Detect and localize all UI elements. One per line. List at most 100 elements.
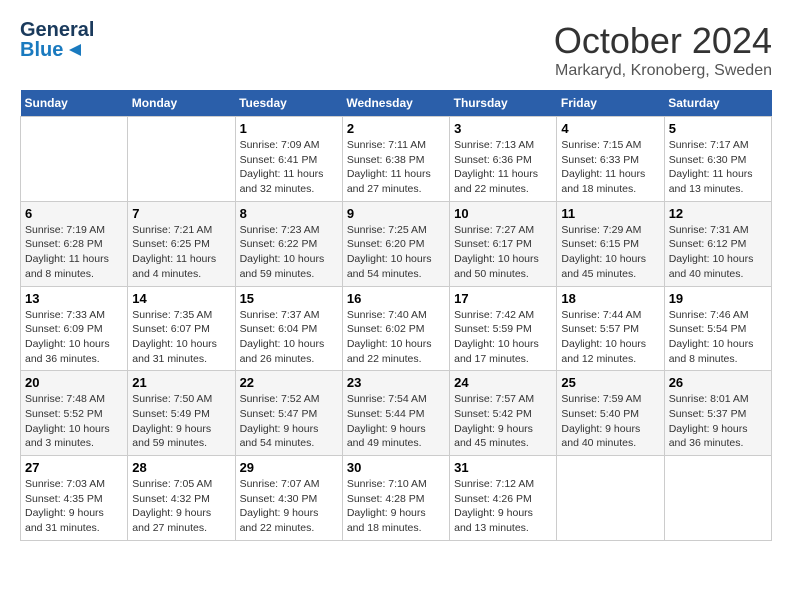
calendar-cell: 7 Sunrise: 7:21 AM Sunset: 6:25 PM Dayli… [128,201,235,286]
day-info: Sunrise: 7:05 AM Sunset: 4:32 PM Dayligh… [132,477,230,536]
daylight-text: Daylight: 9 hours and 59 minutes. [132,423,211,450]
sunrise-text: Sunrise: 7:05 AM [132,478,212,490]
header-tuesday: Tuesday [235,90,342,117]
calendar-cell: 3 Sunrise: 7:13 AM Sunset: 6:36 PM Dayli… [450,117,557,202]
calendar-cell: 30 Sunrise: 7:10 AM Sunset: 4:28 PM Dayl… [342,456,449,541]
day-number: 10 [454,206,552,221]
day-number: 16 [347,291,445,306]
calendar-cell: 13 Sunrise: 7:33 AM Sunset: 6:09 PM Dayl… [21,286,128,371]
sunrise-text: Sunrise: 7:52 AM [240,393,320,405]
sunrise-text: Sunrise: 7:40 AM [347,309,427,321]
sunset-text: Sunset: 6:20 PM [347,238,425,250]
sunrise-text: Sunrise: 7:29 AM [561,224,641,236]
logo: General Blue [20,20,94,60]
day-number: 14 [132,291,230,306]
sunset-text: Sunset: 6:12 PM [669,238,747,250]
day-info: Sunrise: 7:33 AM Sunset: 6:09 PM Dayligh… [25,308,123,367]
sunset-text: Sunset: 5:37 PM [669,408,747,420]
sunrise-text: Sunrise: 7:54 AM [347,393,427,405]
daylight-text: Daylight: 10 hours and 40 minutes. [669,253,754,280]
daylight-text: Daylight: 11 hours and 32 minutes. [240,168,324,195]
calendar-header: Sunday Monday Tuesday Wednesday Thursday… [21,90,772,117]
calendar-cell [21,117,128,202]
sunset-text: Sunset: 6:02 PM [347,323,425,335]
page-header: General Blue October 2024 Markaryd, Kron… [20,20,772,80]
day-number: 19 [669,291,767,306]
day-info: Sunrise: 7:46 AM Sunset: 5:54 PM Dayligh… [669,308,767,367]
calendar-cell: 24 Sunrise: 7:57 AM Sunset: 5:42 PM Dayl… [450,371,557,456]
header-friday: Friday [557,90,664,117]
day-info: Sunrise: 7:42 AM Sunset: 5:59 PM Dayligh… [454,308,552,367]
daylight-text: Daylight: 9 hours and 36 minutes. [669,423,748,450]
day-number: 23 [347,375,445,390]
day-info: Sunrise: 7:59 AM Sunset: 5:40 PM Dayligh… [561,392,659,451]
day-number: 1 [240,121,338,136]
calendar-cell [557,456,664,541]
calendar-cell: 10 Sunrise: 7:27 AM Sunset: 6:17 PM Dayl… [450,201,557,286]
sunrise-text: Sunrise: 7:48 AM [25,393,105,405]
sunset-text: Sunset: 5:52 PM [25,408,103,420]
sunset-text: Sunset: 6:38 PM [347,154,425,166]
calendar-cell: 27 Sunrise: 7:03 AM Sunset: 4:35 PM Dayl… [21,456,128,541]
calendar-cell: 6 Sunrise: 7:19 AM Sunset: 6:28 PM Dayli… [21,201,128,286]
day-number: 6 [25,206,123,221]
day-info: Sunrise: 7:25 AM Sunset: 6:20 PM Dayligh… [347,223,445,282]
sunrise-text: Sunrise: 7:03 AM [25,478,105,490]
day-number: 12 [669,206,767,221]
sunrise-text: Sunrise: 7:10 AM [347,478,427,490]
calendar-cell: 23 Sunrise: 7:54 AM Sunset: 5:44 PM Dayl… [342,371,449,456]
sunset-text: Sunset: 6:07 PM [132,323,210,335]
daylight-text: Daylight: 10 hours and 26 minutes. [240,338,325,365]
calendar-cell: 12 Sunrise: 7:31 AM Sunset: 6:12 PM Dayl… [664,201,771,286]
day-info: Sunrise: 7:09 AM Sunset: 6:41 PM Dayligh… [240,138,338,197]
calendar-cell: 9 Sunrise: 7:25 AM Sunset: 6:20 PM Dayli… [342,201,449,286]
daylight-text: Daylight: 10 hours and 36 minutes. [25,338,110,365]
calendar-cell: 21 Sunrise: 7:50 AM Sunset: 5:49 PM Dayl… [128,371,235,456]
day-number: 20 [25,375,123,390]
day-number: 9 [347,206,445,221]
daylight-text: Daylight: 9 hours and 31 minutes. [25,507,104,534]
day-info: Sunrise: 7:12 AM Sunset: 4:26 PM Dayligh… [454,477,552,536]
sunrise-text: Sunrise: 7:37 AM [240,309,320,321]
daylight-text: Daylight: 11 hours and 27 minutes. [347,168,431,195]
day-info: Sunrise: 7:57 AM Sunset: 5:42 PM Dayligh… [454,392,552,451]
header-wednesday: Wednesday [342,90,449,117]
calendar-cell: 20 Sunrise: 7:48 AM Sunset: 5:52 PM Dayl… [21,371,128,456]
day-number: 8 [240,206,338,221]
sunrise-text: Sunrise: 7:27 AM [454,224,534,236]
sunrise-text: Sunrise: 7:31 AM [669,224,749,236]
header-thursday: Thursday [450,90,557,117]
sunrise-text: Sunrise: 7:19 AM [25,224,105,236]
sunset-text: Sunset: 4:26 PM [454,493,532,505]
day-number: 21 [132,375,230,390]
sunrise-text: Sunrise: 7:23 AM [240,224,320,236]
calendar-cell: 22 Sunrise: 7:52 AM Sunset: 5:47 PM Dayl… [235,371,342,456]
sunset-text: Sunset: 6:22 PM [240,238,318,250]
header-saturday: Saturday [664,90,771,117]
sunrise-text: Sunrise: 7:11 AM [347,139,426,151]
calendar-cell: 8 Sunrise: 7:23 AM Sunset: 6:22 PM Dayli… [235,201,342,286]
day-number: 17 [454,291,552,306]
sunrise-text: Sunrise: 7:17 AM [669,139,749,151]
calendar-body: 1 Sunrise: 7:09 AM Sunset: 6:41 PM Dayli… [21,117,772,541]
sunset-text: Sunset: 4:30 PM [240,493,318,505]
day-number: 3 [454,121,552,136]
sunrise-text: Sunrise: 7:46 AM [669,309,749,321]
day-info: Sunrise: 7:21 AM Sunset: 6:25 PM Dayligh… [132,223,230,282]
daylight-text: Daylight: 10 hours and 12 minutes. [561,338,646,365]
sunrise-text: Sunrise: 7:09 AM [240,139,320,151]
sunset-text: Sunset: 6:09 PM [25,323,103,335]
daylight-text: Daylight: 10 hours and 45 minutes. [561,253,646,280]
daylight-text: Daylight: 9 hours and 22 minutes. [240,507,319,534]
daylight-text: Daylight: 11 hours and 4 minutes. [132,253,216,280]
daylight-text: Daylight: 9 hours and 40 minutes. [561,423,640,450]
sunset-text: Sunset: 6:04 PM [240,323,318,335]
sunset-text: Sunset: 5:42 PM [454,408,532,420]
sunrise-text: Sunrise: 7:57 AM [454,393,534,405]
daylight-text: Daylight: 11 hours and 22 minutes. [454,168,538,195]
day-number: 18 [561,291,659,306]
day-info: Sunrise: 7:54 AM Sunset: 5:44 PM Dayligh… [347,392,445,451]
daylight-text: Daylight: 10 hours and 54 minutes. [347,253,432,280]
calendar-cell: 14 Sunrise: 7:35 AM Sunset: 6:07 PM Dayl… [128,286,235,371]
sunrise-text: Sunrise: 7:59 AM [561,393,641,405]
